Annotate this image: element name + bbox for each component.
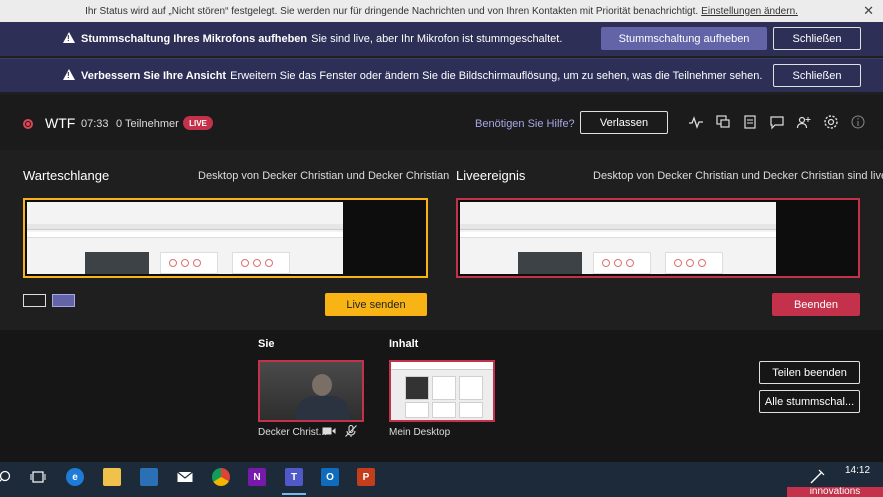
leave-button[interactable]: Verlassen [580, 111, 668, 134]
store-icon[interactable] [140, 468, 158, 486]
view-banner-text: Erweitern Sie das Fenster oder ändern Si… [230, 70, 763, 82]
task-view-icon[interactable] [29, 468, 47, 486]
warning-icon [63, 69, 75, 80]
people-icon[interactable] [796, 114, 812, 130]
queue-source: Desktop von Decker Christian und Decker … [198, 170, 450, 182]
desktop-thumbnail[interactable] [389, 360, 495, 422]
qa-icon[interactable] [715, 114, 731, 130]
teams-icon[interactable]: T [285, 468, 303, 486]
view-banner: Verbessern Sie Ihre AnsichtErweitern Sie… [0, 58, 883, 92]
help-link[interactable]: Benötigen Sie Hilfe? [475, 118, 575, 130]
chrome-icon[interactable] [212, 468, 230, 486]
taskbar-clock[interactable]: 14:12 [845, 465, 870, 477]
search-icon[interactable] [0, 468, 14, 486]
dnd-status-bar: Ihr Status wird auf „Nicht stören“ festg… [0, 0, 883, 22]
settings-icon[interactable] [823, 114, 839, 130]
info-icon[interactable] [850, 114, 866, 130]
participant-count: 0 Teilnehmer [116, 118, 179, 130]
camera-icon[interactable] [322, 426, 336, 436]
mic-banner-title: Stummschaltung Ihres Mikrofons aufheben [81, 33, 308, 45]
windows-taskbar [0, 462, 883, 497]
end-event-button[interactable]: Beenden [772, 293, 860, 316]
queue-preview[interactable] [23, 198, 428, 278]
mute-all-button[interactable]: Alle stummschal... [759, 390, 860, 413]
notes-icon[interactable] [742, 114, 758, 130]
health-icon[interactable] [688, 114, 704, 130]
close-view-banner-button[interactable]: Schließen [773, 64, 861, 87]
stop-sharing-button[interactable]: Teilen beenden [759, 361, 860, 384]
unmute-button[interactable]: Stummschaltung aufheben [601, 27, 767, 50]
settings-change-link[interactable]: Einstellungen ändern. [701, 6, 798, 17]
layout-split-icon[interactable] [52, 294, 75, 307]
mail-icon[interactable] [176, 468, 194, 486]
brand-watermark: innovations [787, 487, 883, 497]
camera-thumbnail[interactable] [258, 360, 364, 422]
live-preview [456, 198, 860, 278]
mic-off-icon[interactable] [344, 424, 358, 438]
powerpoint-icon[interactable]: P [357, 468, 375, 486]
chat-icon[interactable] [769, 114, 785, 130]
edge-icon[interactable]: e [66, 468, 84, 486]
live-title: Liveereignis [456, 168, 526, 183]
queue-title: Warteschlange [23, 168, 110, 183]
warning-icon [63, 32, 75, 43]
meeting-timer: 07:33 [81, 118, 109, 130]
close-mic-banner-button[interactable]: Schließen [773, 27, 861, 50]
live-source: Desktop von Decker Christian und Decker … [593, 170, 883, 182]
layout-single-icon[interactable] [23, 294, 46, 307]
mic-banner-text: Sie sind live, aber Ihr Mikrofon ist stu… [311, 33, 563, 45]
view-banner-title: Verbessern Sie Ihre Ansicht [81, 70, 227, 82]
outlook-icon[interactable]: O [321, 468, 339, 486]
desktop-screenshot [460, 202, 776, 274]
pen-icon[interactable] [808, 468, 826, 486]
explorer-icon[interactable] [103, 468, 121, 486]
meeting-title: WTF [45, 115, 76, 131]
content-name: Mein Desktop [389, 427, 451, 438]
you-label: Sie [258, 338, 275, 350]
live-badge: LIVE [183, 116, 213, 130]
active-app-indicator [282, 493, 306, 495]
recording-icon [23, 119, 33, 129]
content-label: Inhalt [389, 338, 419, 350]
dnd-status-message: Ihr Status wird auf „Nicht stören“ festg… [85, 5, 699, 17]
onenote-icon[interactable]: N [248, 468, 266, 486]
close-icon[interactable]: ✕ [863, 3, 874, 19]
you-name: Decker Christ... [258, 427, 327, 438]
send-live-button[interactable]: Live senden [325, 293, 427, 316]
desktop-screenshot [27, 202, 343, 274]
clock-time: 14:12 [845, 465, 871, 476]
